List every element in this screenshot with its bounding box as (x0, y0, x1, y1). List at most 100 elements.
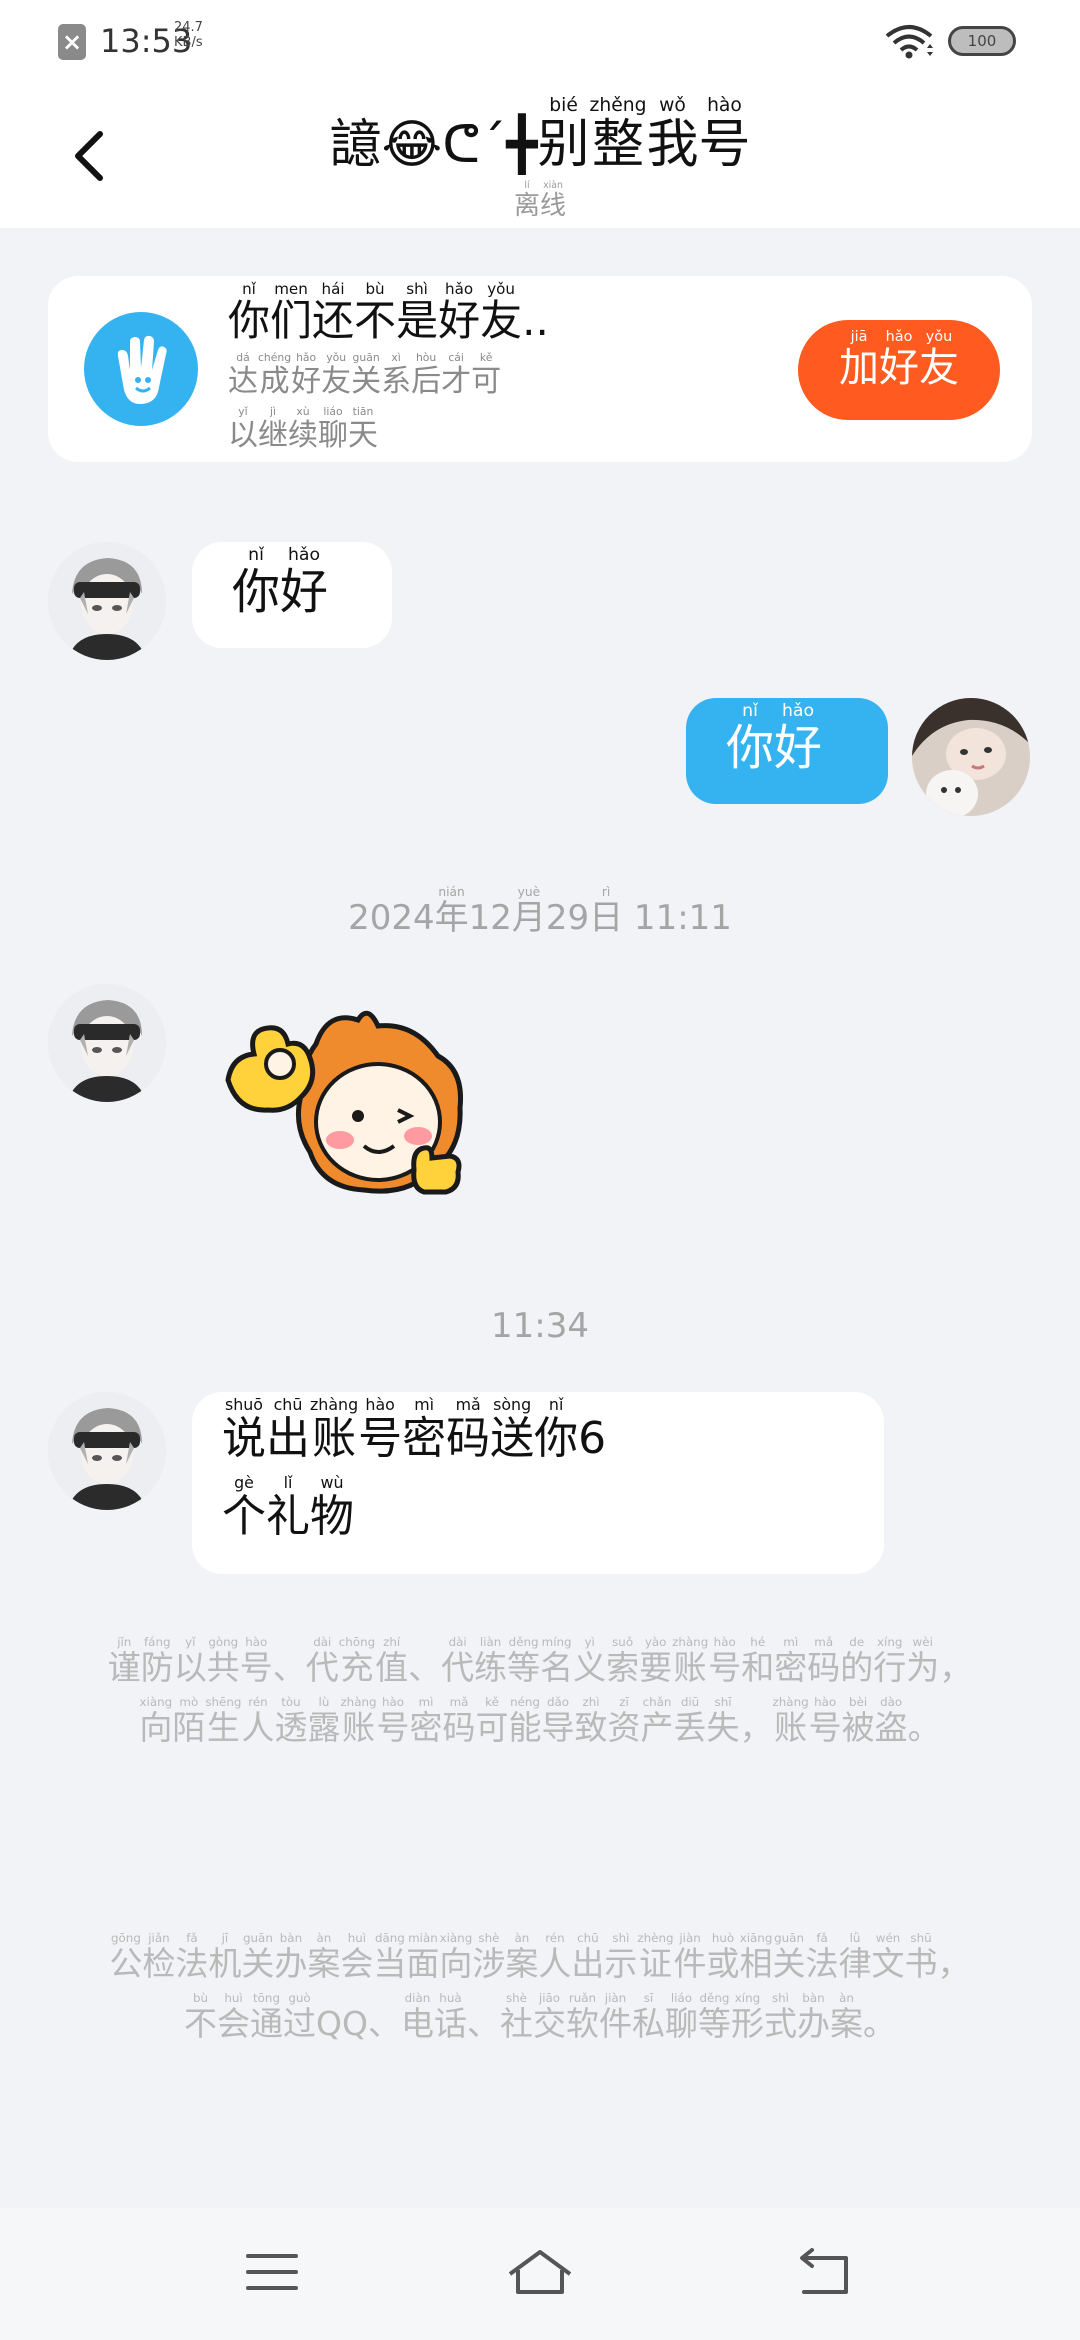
battery-level: 100 (967, 32, 997, 50)
ruby-char: 通tōng (250, 1991, 284, 2043)
ruby-char: 露lù (307, 1695, 341, 1747)
ruby-char: 月yuè (511, 885, 546, 938)
outgoing-message-bubble[interactable]: 你nǐ好hǎo (686, 698, 888, 804)
system-nav-bar (0, 2208, 1080, 2340)
time-separator: 11:34 (491, 1306, 589, 1346)
contact-avatar[interactable] (48, 542, 166, 660)
ruby-char: 你nǐ (232, 545, 281, 620)
ruby-char: 社shè (499, 1991, 533, 2043)
ruby-char: 密mì (402, 1395, 447, 1464)
ruby-char: 盗dào (874, 1695, 908, 1747)
add-friend-label: 加jiā好hǎo友yǒu (839, 329, 959, 391)
ruby-char: 号hào (708, 1635, 742, 1687)
ruby-char: 被bèi (841, 1695, 875, 1747)
ruby-char: 谨jǐn (107, 1635, 141, 1687)
ruby-char: 账zhàng (772, 1695, 809, 1747)
ruby-char: ， (739, 1708, 773, 1747)
add-friend-button[interactable]: 加jiā好hǎo友yǒu (798, 320, 1000, 420)
ruby-char: 关guān (772, 1931, 806, 1983)
ruby-char: 别bié (537, 95, 590, 175)
ruby-char: 29 (545, 898, 590, 938)
ruby-char: 不bù (354, 280, 397, 345)
contact-avatar[interactable] (48, 984, 166, 1102)
ruby-char: 友yǒu (480, 280, 523, 345)
sticker-ok-emoji[interactable] (218, 1000, 482, 1210)
message-text: 你nǐ好hǎo (192, 542, 392, 628)
ruby-char: 2024 (348, 898, 435, 938)
banner-text: 你nǐ们men还hái不bù是shì好hǎo友yǒu.. 达dá成chéng好h… (228, 280, 788, 460)
ruby-char: 继jì (258, 405, 288, 453)
ruby-char: 码mǎ (446, 1395, 491, 1464)
ruby-char: 透tòu (274, 1695, 308, 1747)
ruby-char: 会huì (340, 1931, 374, 1983)
ruby-char: 送sòng (490, 1395, 535, 1464)
ruby-char: 们men (270, 280, 313, 345)
ruby-char: ， (937, 1944, 971, 1983)
net-speed-value: 24.7 (174, 20, 203, 35)
ruby-char: 为wèi (906, 1635, 940, 1687)
ruby-char: 私sī (631, 1991, 665, 2043)
ruby-char: 和hé (741, 1635, 775, 1687)
ruby-char: 你nǐ (228, 280, 271, 345)
ruby-char: 号hào (358, 1395, 403, 1464)
ruby-char: 生shēng (205, 1695, 242, 1747)
close-notification-icon: × (58, 24, 86, 60)
contact-name-ruby: 别bié整zhěng我wǒ号hào (537, 95, 751, 175)
self-avatar[interactable] (912, 698, 1030, 816)
ruby-char: 代dài (305, 1635, 339, 1687)
return-icon[interactable] (788, 2236, 860, 2308)
ruby-char: 不bù (184, 1991, 218, 2043)
home-icon[interactable] (504, 2236, 576, 2308)
incoming-message-bubble[interactable]: 你nǐ好hǎo (192, 542, 392, 648)
ruby-char: 行xíng (873, 1635, 907, 1687)
message-text: 你nǐ好hǎo (686, 698, 888, 784)
ruby-char: 涉shè (472, 1931, 506, 1983)
ruby-char: 号hào (239, 1635, 273, 1687)
ruby-char: 示shì (604, 1931, 638, 1983)
contact-avatar[interactable] (48, 1392, 166, 1510)
ruby-char: 过guò (283, 1991, 317, 2043)
net-speed: 24.7 KB/s (174, 20, 203, 50)
ruby-char: 还hái (312, 280, 355, 345)
contact-name[interactable]: 譩😂ᕦ´╋别bié整zhěng我wǒ号hào (0, 95, 1080, 190)
ruby-char: 我wǒ (646, 95, 699, 175)
ruby-char: 才cái (441, 351, 472, 399)
ruby-char: 向xiàng (439, 1931, 473, 1983)
ruby-char: 账zhàng (672, 1635, 709, 1687)
ruby-char: 导dǎo (541, 1695, 575, 1747)
ruby-char: 证zhèng (637, 1931, 674, 1983)
ruby-char: 等děng (507, 1635, 541, 1687)
ruby-char: 关guān (241, 1931, 275, 1983)
ruby-char: 是shì (396, 280, 439, 345)
chat-header: 譩😂ᕦ´╋别bié整zhěng我wǒ号hào 离lí线xiàn (0, 80, 1080, 228)
ruby-char: 号hào (376, 1695, 410, 1747)
incoming-message-bubble[interactable]: 说shuō出chū账zhàng号hào密mì码mǎ送sòng你nǐ6 个gè礼l… (192, 1392, 884, 1574)
ruby-char: 整zhěng (589, 95, 647, 175)
ruby-char: 要yào (639, 1635, 673, 1687)
menu-icon[interactable] (236, 2236, 308, 2308)
online-status-ruby: 离lí线xiàn (514, 180, 566, 221)
ruby-char: 机jī (208, 1931, 242, 1983)
ruby-char: 式shì (763, 1991, 797, 2043)
ruby-char: 年nián (434, 885, 469, 938)
ruby-char: 丢diū (673, 1695, 707, 1747)
ruby-char: 或huò (706, 1931, 740, 1983)
ruby-char: 友yǒu (321, 351, 352, 399)
ruby-char: 11:11 (623, 898, 732, 938)
ruby-char: 向xiàng (139, 1695, 173, 1747)
ruby-char: 出chū (266, 1395, 310, 1464)
security-notice-1: 谨jǐn防fáng以yǐ共gòng号hào、 代dài充chōng值zhí、 代… (100, 1635, 980, 1758)
ruby-char: 致zhì (574, 1695, 608, 1747)
ruby-char: 。 (862, 2004, 896, 2043)
message-4-line2: 个gè礼lǐ物wù (222, 1473, 354, 1542)
ruby-char: 软ruǎn (565, 1991, 599, 2043)
ruby-char: 关guān (351, 351, 382, 399)
ruby-char: 码mǎ (442, 1695, 476, 1747)
ruby-char: 成chéng (258, 351, 292, 399)
banner-description-line1: 达dá成chéng好hǎo友yǒu关guān系xì后hòu才cái可kě (228, 351, 788, 406)
ruby-char: .. (522, 296, 549, 345)
message-text: 说shuō出chū账zhàng号hào密mì码mǎ送sòng你nǐ6 个gè礼l… (192, 1392, 884, 1556)
ruby-char: 以yǐ (173, 1635, 207, 1687)
ruby-char: 码mǎ (807, 1635, 841, 1687)
battery-indicator: 100 (948, 26, 1016, 56)
